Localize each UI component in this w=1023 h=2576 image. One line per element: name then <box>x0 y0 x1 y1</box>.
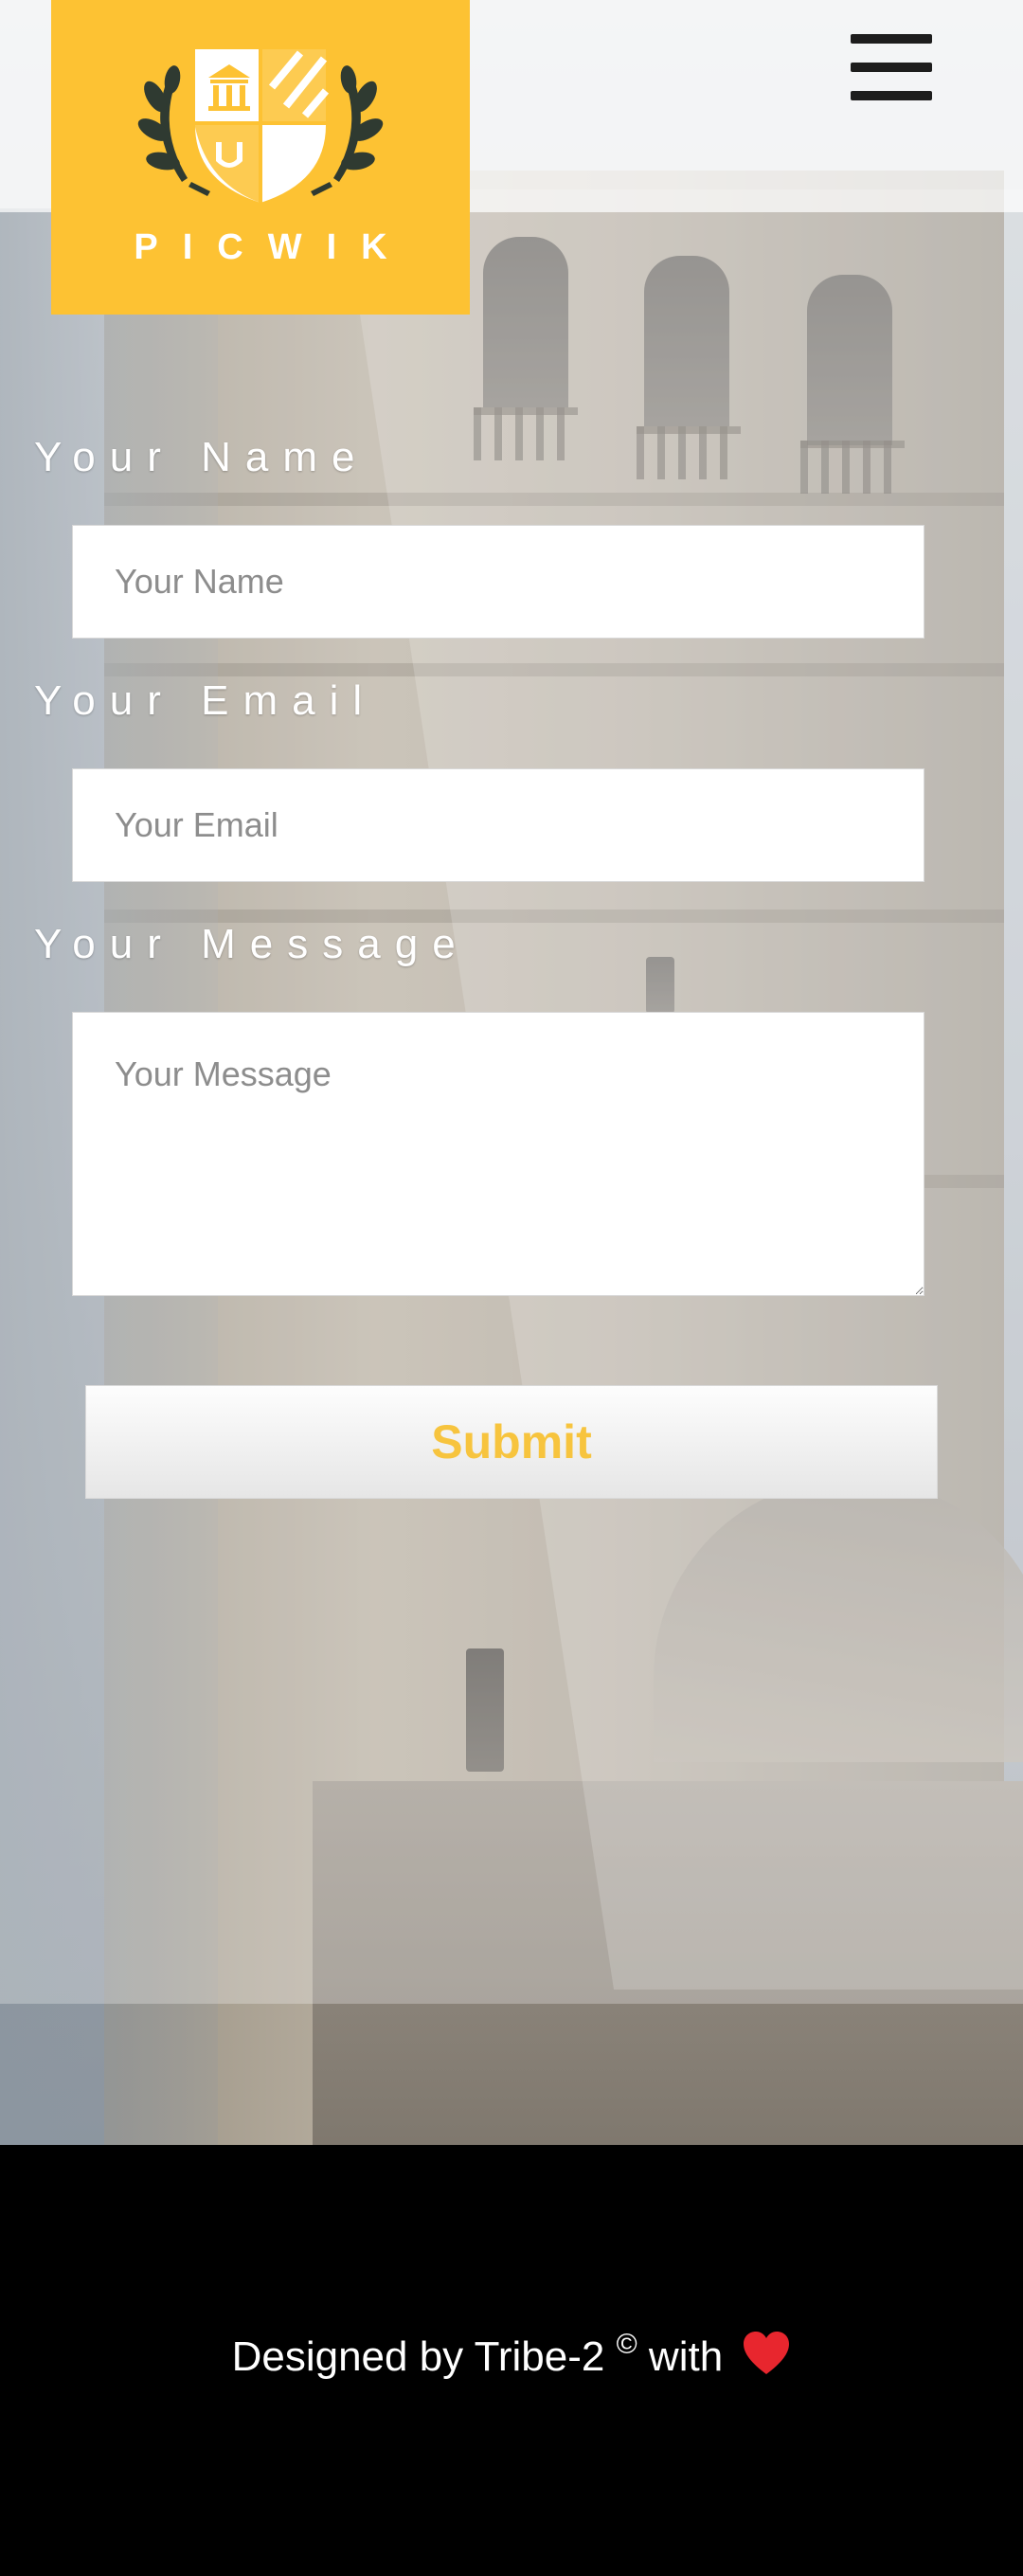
copyright-symbol: © <box>616 2329 637 2360</box>
name-label: Your Name <box>34 434 369 480</box>
name-input[interactable] <box>72 525 924 639</box>
footer-text-suffix: with <box>637 2333 724 2380</box>
message-textarea[interactable] <box>72 1012 924 1296</box>
logo-text: PICWIK <box>134 227 412 267</box>
email-label: Your Email <box>34 677 377 724</box>
heart-icon <box>744 2332 790 2374</box>
logo[interactable]: PICWIK <box>51 0 470 315</box>
footer-credit: Designed by Tribe-2 © with <box>0 2329 1023 2381</box>
footer: Designed by Tribe-2 © with <box>0 2145 1023 2576</box>
submit-button[interactable]: Submit <box>85 1385 938 1499</box>
message-label: Your Message <box>34 921 470 967</box>
hamburger-menu-icon[interactable] <box>851 32 934 104</box>
footer-text-prefix: Designed by Tribe-2 <box>231 2333 617 2380</box>
email-input[interactable] <box>72 768 924 882</box>
crest-icon <box>137 49 384 203</box>
